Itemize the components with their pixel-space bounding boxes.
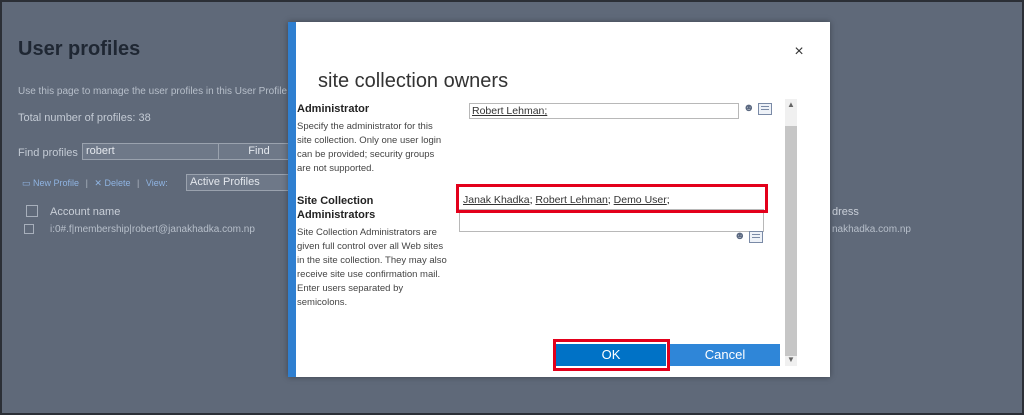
profiles-toolbar: ▭ New Profile | ✕ Delete | View:	[22, 178, 168, 189]
delete-icon: ✕	[94, 178, 102, 188]
administrator-field[interactable]: Robert Lehman;	[469, 103, 739, 119]
toolbar-separator: |	[137, 178, 140, 188]
toolbar-separator: |	[85, 178, 88, 188]
row-checkbox[interactable]	[24, 224, 34, 234]
site-admins-highlight	[456, 184, 768, 213]
new-profile-link[interactable]: New Profile	[33, 178, 79, 188]
administrator-description: Specify the administrator for this site …	[297, 121, 442, 174]
profile-count: Total number of profiles: 38	[18, 112, 151, 124]
administrator-label: Administrator	[297, 103, 370, 115]
ok-highlight	[553, 339, 670, 371]
delete-link[interactable]: Delete	[104, 178, 130, 188]
scroll-up-icon[interactable]: ▲	[785, 99, 797, 111]
page-description: Use this page to manage the user profile…	[18, 86, 288, 97]
dialog-scrollbar[interactable]: ▲ ▼	[785, 99, 797, 366]
find-profiles-label: Find profiles	[18, 147, 78, 159]
view-select[interactable]: Active Profiles	[186, 174, 304, 191]
dialog-title: site collection owners	[318, 70, 509, 92]
site-collection-owners-dialog: × site collection owners Administrator S…	[288, 22, 830, 377]
find-profiles-input[interactable]: robert	[82, 143, 220, 160]
page-title: User profiles	[18, 38, 141, 60]
check-names-icon[interactable]: ☻	[734, 230, 746, 242]
select-all-icon[interactable]	[26, 205, 38, 217]
check-names-icon[interactable]: ☻	[743, 102, 755, 114]
browse-people-icon[interactable]	[749, 231, 763, 243]
row-address: nakhadka.com.np	[832, 224, 911, 235]
close-icon[interactable]: ×	[790, 43, 808, 61]
dialog-accent-bar	[288, 22, 296, 377]
column-address[interactable]: dress	[832, 206, 859, 218]
site-admins-label: Site Collection Administrators	[297, 195, 376, 221]
scrollbar-thumb[interactable]	[785, 126, 797, 356]
scroll-down-icon[interactable]: ▼	[785, 354, 797, 366]
row-account-name[interactable]: i:0#.f|membership|robert@janakhadka.com.…	[50, 224, 255, 235]
view-label: View:	[145, 178, 168, 188]
cancel-button[interactable]: Cancel	[670, 344, 780, 366]
site-admins-description: Site Collection Administrators are given…	[297, 227, 447, 308]
browse-people-icon[interactable]	[758, 103, 772, 115]
new-profile-icon: ▭	[22, 178, 31, 188]
administrator-user[interactable]: Robert Lehman;	[472, 105, 547, 117]
column-account-name[interactable]: Account name	[50, 206, 120, 218]
